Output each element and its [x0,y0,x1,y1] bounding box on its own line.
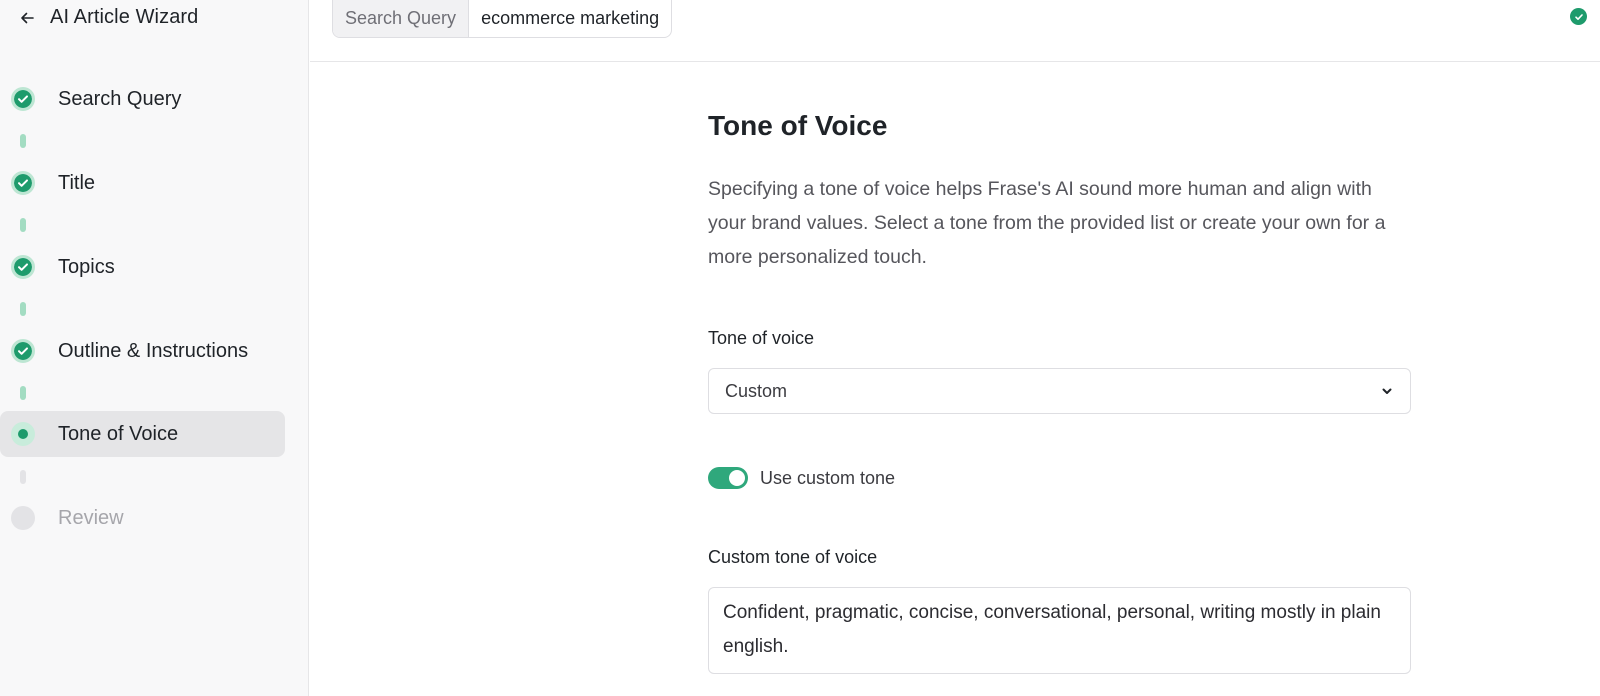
search-query-chip[interactable]: Search Query ecommerce marketing [332,0,673,38]
step-connector [20,134,26,148]
step-label: Search Query [58,88,182,110]
step-label: Review [58,507,124,529]
tone-of-voice-select[interactable]: Custom [708,368,1411,414]
step-label: Topics [58,256,115,278]
check-circle-icon [11,339,35,363]
step-outline-instructions[interactable]: Outline & Instructions [0,328,285,374]
step-search-query[interactable]: Search Query [0,76,285,122]
check-circle-icon [11,87,35,111]
step-review[interactable]: Review [0,495,285,541]
step-topics[interactable]: Topics [0,244,285,290]
page-description: Specifying a tone of voice helps Frase's… [708,178,1386,268]
step-connector [20,302,26,316]
custom-tone-toggle-label: Use custom tone [760,467,896,488]
step-label: Title [58,172,96,194]
pending-step-circle-icon [11,506,35,530]
custom-tone-toggle-row: Use custom tone [708,466,895,490]
wizard-sidebar: AI Article Wizard Search Query Title Top… [0,0,309,696]
tone-of-voice-label: Tone of voice [708,328,815,348]
wizard-title: AI Article Wizard [50,6,199,28]
step-title[interactable]: Title [0,160,285,206]
step-label: Tone of Voice [58,423,179,445]
check-circle-icon [11,255,35,279]
check-circle-icon [1570,8,1587,25]
custom-tone-toggle[interactable] [708,467,748,489]
current-step-dot-icon [11,422,35,446]
arrow-left-icon [21,12,34,24]
top-bar: Search Query ecommerce marketing [310,0,1600,62]
custom-tone-of-voice-textarea[interactable]: Confident, pragmatic, concise, conversat… [708,587,1411,674]
step-connector [20,386,26,400]
tone-of-voice-selected-value: Custom [725,380,788,401]
page-title: Tone of Voice [708,110,888,141]
step-label: Outline & Instructions [58,340,249,362]
search-query-chip-value: ecommerce marketing [481,7,660,28]
chevron-down-icon [1382,388,1392,394]
custom-tone-of-voice-label: Custom tone of voice [708,547,878,567]
back-button[interactable] [17,8,37,28]
check-circle-icon [11,171,35,195]
step-tone-of-voice[interactable]: Tone of Voice [0,411,285,457]
step-connector [20,470,26,484]
step-connector [20,218,26,232]
search-query-chip-label: Search Query [333,0,470,37]
